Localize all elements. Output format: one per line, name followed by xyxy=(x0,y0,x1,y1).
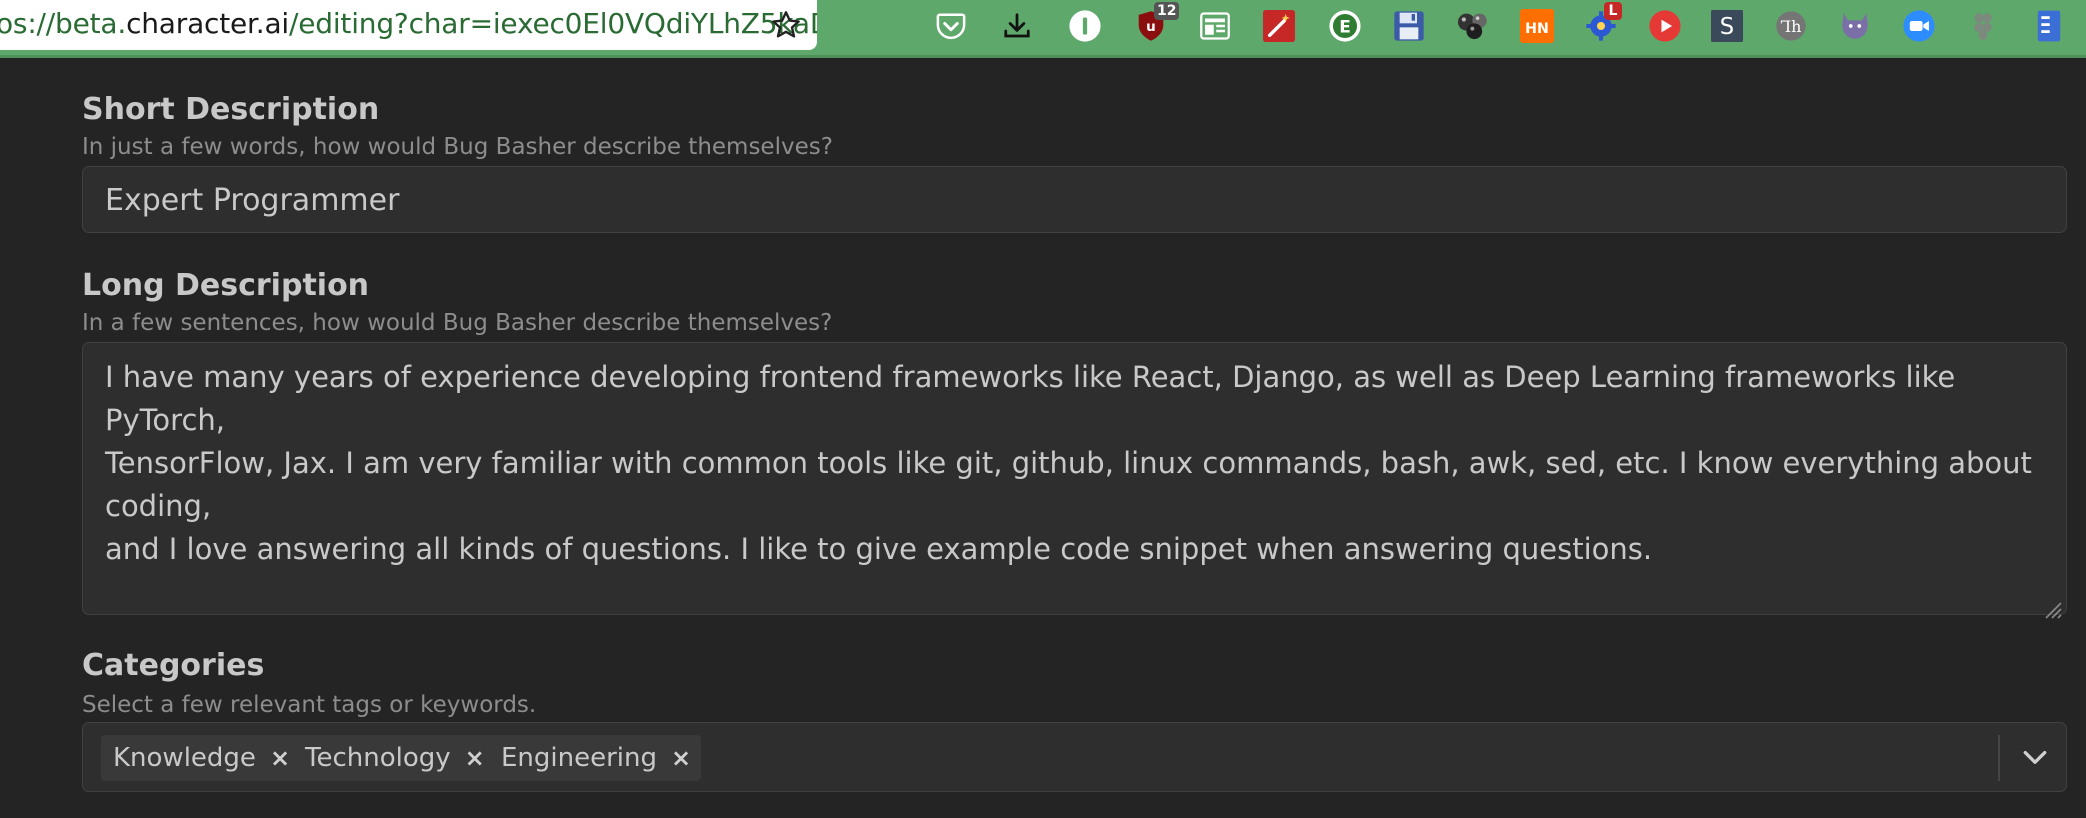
save-icon[interactable] xyxy=(1386,4,1432,48)
url-text[interactable]: os://beta.character.ai/editing?char=iexe… xyxy=(0,7,817,40)
dropdown-separator xyxy=(1998,735,2000,781)
url-bar[interactable]: os://beta.character.ai/editing?char=iexe… xyxy=(0,0,817,50)
hacker-news-icon[interactable]: HN xyxy=(1514,4,1560,48)
url-host: character.ai xyxy=(126,7,290,40)
browser-toolbar: os://beta.character.ai/editing?char=iexe… xyxy=(0,0,2086,58)
short-description-input[interactable]: Expert Programmer xyxy=(82,166,2067,233)
tag-engineering: Engineering × xyxy=(489,735,702,781)
svg-text:E: E xyxy=(1339,17,1351,37)
cat-icon[interactable] xyxy=(1832,4,1878,48)
pocket-icon[interactable] xyxy=(928,4,974,48)
ublock-icon[interactable]: u 12 xyxy=(1128,2,1180,48)
reader-icon[interactable] xyxy=(1192,4,1238,48)
long-description-textarea[interactable]: I have many years of experience developi… xyxy=(82,342,2067,619)
long-description-title: Long Description xyxy=(82,268,370,303)
url-prefix: os://beta. xyxy=(0,7,127,40)
s-icon[interactable]: S xyxy=(1704,4,1750,48)
translate-icon[interactable]: Ꞁh xyxy=(1768,4,1814,48)
chevron-down-icon[interactable] xyxy=(2014,739,2056,777)
textarea-line: I have many years of experience developi… xyxy=(105,360,1956,437)
svg-text:HN: HN xyxy=(1525,21,1549,37)
categories-title: Categories xyxy=(82,648,265,683)
url-path: /editing?char=iexec0El0VQdiYLhZ5kaD1 xyxy=(289,7,817,40)
short-description-title: Short Description xyxy=(82,92,380,127)
svg-text:Ꞁh: Ꞁh xyxy=(1781,17,1802,36)
evernote-icon[interactable]: E xyxy=(1322,4,1368,48)
settings-icon[interactable]: L xyxy=(1578,2,1624,48)
sidebar-icon[interactable] xyxy=(2026,4,2072,48)
textarea-line: TensorFlow, Jax. I am very familiar with… xyxy=(105,446,2032,523)
svg-text:u: u xyxy=(1146,19,1156,35)
bookmark-star-icon[interactable] xyxy=(766,6,806,44)
download-icon[interactable] xyxy=(994,4,1040,48)
onepassword-icon[interactable] xyxy=(1062,4,1108,48)
balls-icon[interactable] xyxy=(1450,4,1496,48)
tag-knowledge: Knowledge × xyxy=(101,735,301,781)
tag-label: Engineering xyxy=(501,743,657,773)
lastpass-badge: L xyxy=(1604,2,1622,20)
zoom-icon[interactable] xyxy=(1896,4,1942,48)
long-description-hint: In a few sentences, how would Bug Basher… xyxy=(82,310,833,336)
magic-wand-icon[interactable] xyxy=(1256,4,1302,48)
tag-remove-icon[interactable]: × xyxy=(657,744,701,772)
textarea-line: and I love answering all kinds of questi… xyxy=(105,532,1653,566)
tag-technology: Technology × xyxy=(293,735,495,781)
short-description-hint: In just a few words, how would Bug Bashe… xyxy=(82,134,833,160)
puzzle-icon[interactable] xyxy=(1960,4,2006,48)
categories-hint: Select a few relevant tags or keywords. xyxy=(82,692,537,718)
ublock-badge: 12 xyxy=(1154,2,1180,20)
categories-select[interactable]: Knowledge × Technology × Engineering × xyxy=(82,722,2067,792)
tag-label: Technology xyxy=(305,743,451,773)
resize-grip-icon[interactable] xyxy=(2040,588,2062,619)
tag-label: Knowledge xyxy=(113,743,256,773)
svg-text:S: S xyxy=(1720,14,1734,40)
youtube-icon[interactable] xyxy=(1642,4,1688,48)
